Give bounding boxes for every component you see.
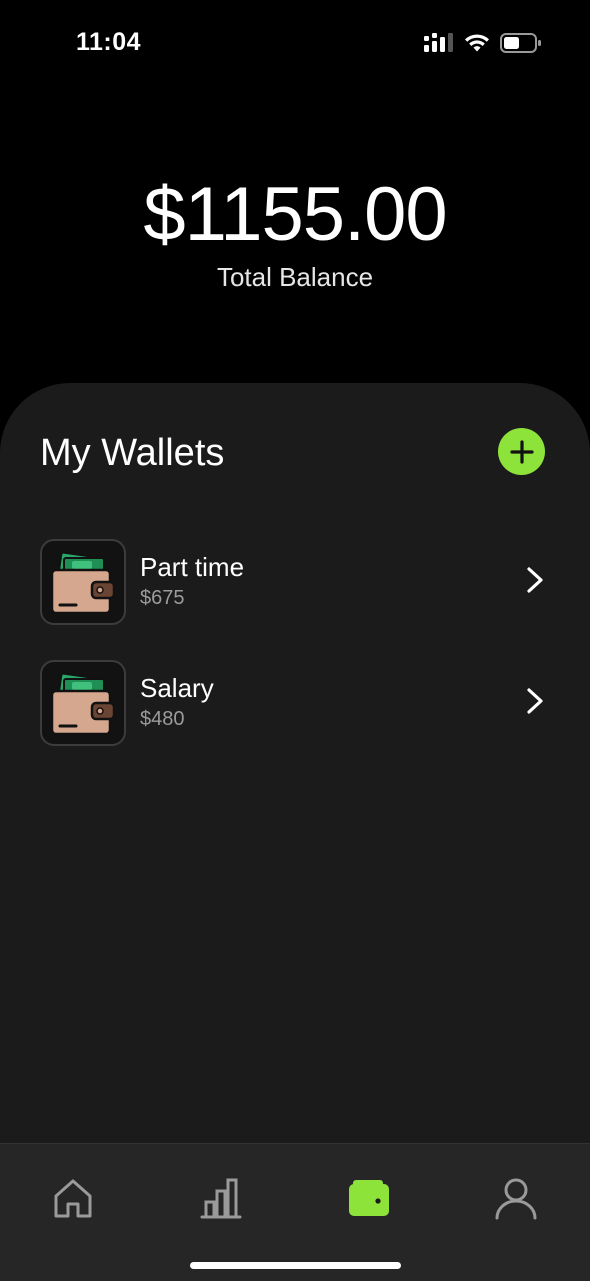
wallet-amount: $480 bbox=[140, 708, 185, 730]
chevron-right-icon bbox=[527, 688, 543, 714]
wallet-icon-container bbox=[40, 660, 126, 746]
add-wallet-button[interactable] bbox=[498, 428, 545, 475]
chevron-right-icon bbox=[527, 567, 543, 593]
home-indicator bbox=[190, 1262, 401, 1269]
wallet-with-cash-icon bbox=[50, 672, 116, 736]
status-bar: 11:04 bbox=[0, 0, 590, 90]
wallet-with-cash-icon bbox=[50, 551, 116, 615]
my-wallets-title: My Wallets bbox=[40, 432, 225, 474]
user-icon bbox=[495, 1178, 537, 1220]
wallet-name: Part time bbox=[140, 552, 245, 582]
status-time: 11:04 bbox=[76, 28, 142, 56]
total-balance-label: Total Balance bbox=[216, 262, 374, 292]
wallet-amount: $675 bbox=[140, 587, 185, 609]
wifi-icon bbox=[465, 34, 489, 52]
wallet-item-part-time[interactable]: Part time $675 bbox=[40, 539, 550, 625]
home-icon bbox=[54, 1179, 92, 1218]
status-icons bbox=[424, 32, 542, 54]
tab-stats[interactable] bbox=[191, 1170, 251, 1226]
wallet-icon-container bbox=[40, 539, 126, 625]
battery-icon bbox=[500, 33, 541, 53]
tab-bar bbox=[0, 1143, 590, 1281]
tab-profile[interactable] bbox=[486, 1170, 546, 1226]
wallet-icon bbox=[349, 1180, 389, 1216]
wallet-item-salary[interactable]: Salary $480 bbox=[40, 660, 550, 746]
cellular-signal-icon bbox=[424, 33, 453, 52]
wallet-name: Salary bbox=[140, 673, 214, 703]
total-balance-amount: $1155.00 bbox=[143, 172, 447, 257]
tab-home[interactable] bbox=[43, 1170, 103, 1226]
bar-chart-icon bbox=[200, 1178, 242, 1219]
plus-icon bbox=[509, 439, 534, 464]
balance-section: $1155.00 Total Balance bbox=[0, 170, 590, 293]
tab-wallet[interactable] bbox=[339, 1170, 399, 1226]
